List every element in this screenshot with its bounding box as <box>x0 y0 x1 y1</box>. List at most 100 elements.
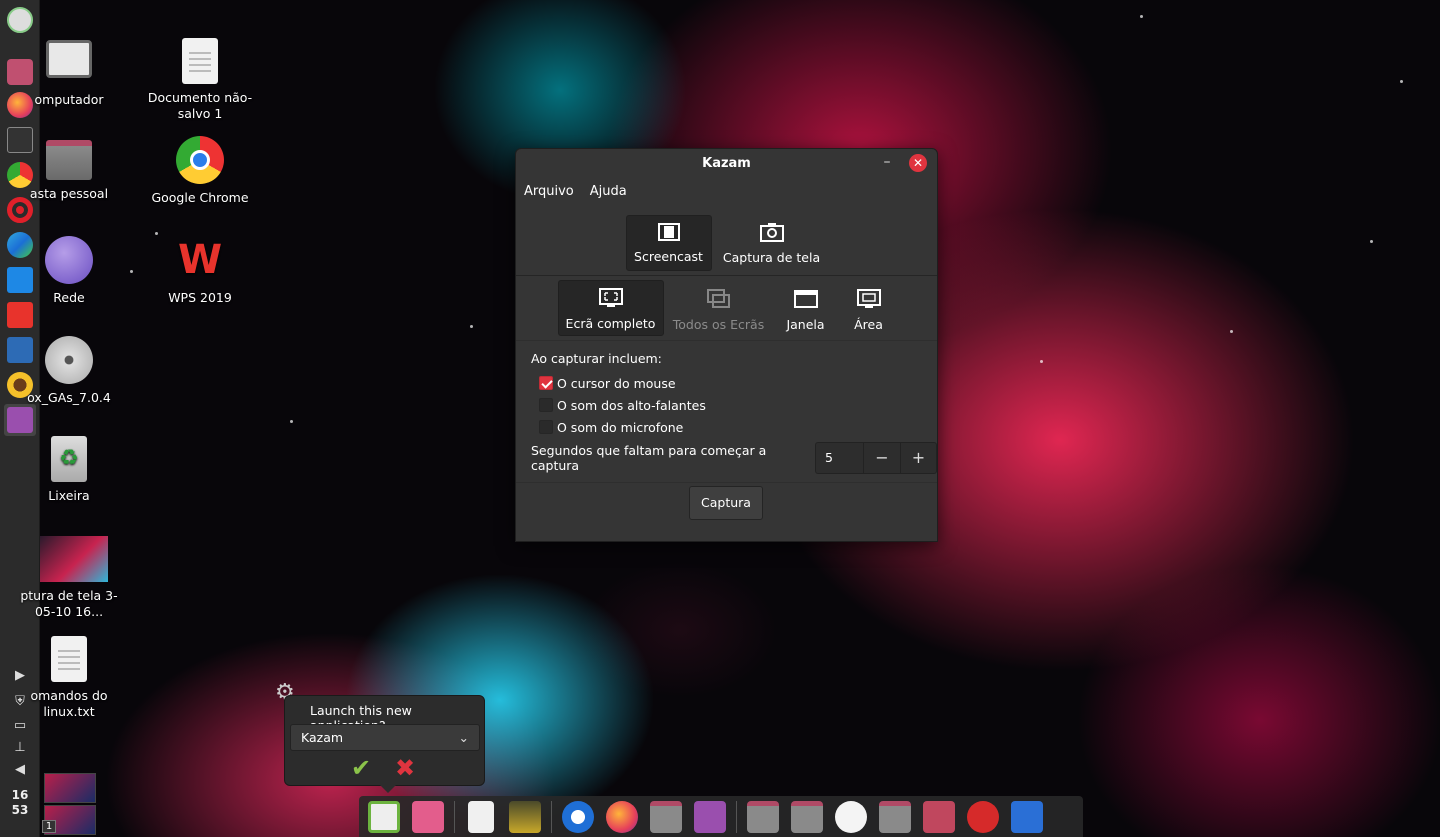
checkbox-speakers[interactable] <box>539 398 553 412</box>
capture-button[interactable]: Captura <box>689 486 763 520</box>
dock-mint-menu-icon[interactable] <box>364 798 404 836</box>
tab-captura-de-tela[interactable]: Captura de tela <box>716 215 828 271</box>
computer-icon <box>46 40 92 78</box>
dock-firefox-icon[interactable] <box>602 798 642 836</box>
include-label: Ao capturar incluem: <box>531 351 662 366</box>
option-cursor[interactable]: O cursor do mouse <box>539 372 937 394</box>
multi-screen-icon <box>706 289 730 308</box>
desktop-icon-wps[interactable]: W WPS 2019 <box>145 236 255 306</box>
desktop-icon-label: ptura de tela 3-05-10 16... <box>20 588 118 619</box>
dock <box>359 796 1083 837</box>
desktop-icon-label: omputador <box>34 92 104 107</box>
mode-tabs: Screencast Captura de tela <box>516 215 937 271</box>
dock-power-icon[interactable] <box>963 798 1003 836</box>
fullscreen-icon <box>598 288 623 307</box>
checkbox-microphone[interactable] <box>539 420 553 434</box>
dock-accessibility-icon[interactable] <box>1007 798 1047 836</box>
countdown-input[interactable]: 5 <box>816 443 864 473</box>
chevron-down-icon: ⌄ <box>458 730 469 745</box>
desktop-icon-screenshot[interactable]: ptura de tela 3-05-10 16... <box>14 536 124 620</box>
divider <box>516 482 937 483</box>
dock-home-folder-icon[interactable] <box>743 798 783 836</box>
window-title: Kazam <box>702 156 751 171</box>
capture-targets: Ecrã completo Todos os Ecrãs Janela Área <box>516 280 937 336</box>
desktop-icon-label: asta pessoal <box>29 186 109 201</box>
mint-menu-icon[interactable] <box>4 4 36 36</box>
dock-text-editor-icon[interactable] <box>461 798 501 836</box>
dock-clock-icon[interactable] <box>831 798 871 836</box>
option-label: O cursor do mouse <box>557 375 676 391</box>
dock-kazam-icon[interactable] <box>690 798 730 836</box>
desktop-icon-network[interactable]: Rede <box>14 236 124 306</box>
target-fullscreen[interactable]: Ecrã completo <box>557 280 664 336</box>
decrement-button[interactable]: − <box>864 443 900 473</box>
dock-thunderbird-icon[interactable] <box>558 798 598 836</box>
increment-button[interactable]: + <box>900 443 936 473</box>
countdown-spinner: 5 − + <box>815 442 937 474</box>
desktop-icon-label: Google Chrome <box>151 190 249 205</box>
dock-download-icon[interactable] <box>408 798 448 836</box>
home-folder-icon <box>46 140 92 180</box>
target-all-screens[interactable]: Todos os Ecrãs <box>664 280 774 336</box>
clock-minute: 53 <box>11 803 29 817</box>
desktop-icon-label: Documento não-salvo 1 <box>147 90 253 121</box>
close-button[interactable]: ✕ <box>909 154 927 172</box>
trash-icon: ♻ <box>51 436 87 482</box>
volume-icon[interactable]: ◀ <box>8 762 32 780</box>
dock-image-viewer-icon[interactable] <box>505 798 545 836</box>
text-file-icon <box>51 636 87 682</box>
desktop-icon-document[interactable]: Documento não-salvo 1 <box>145 38 255 122</box>
tab-screencast[interactable]: Screencast <box>625 215 712 271</box>
window-icon <box>793 290 818 308</box>
chrome-icon <box>176 136 224 184</box>
cancel-button[interactable]: ✖ <box>395 754 415 782</box>
wps-icon: W <box>177 237 223 283</box>
workspace-thumb[interactable] <box>44 773 96 803</box>
checkbox-cursor[interactable] <box>539 376 553 390</box>
tab-label: Captura de tela <box>722 250 821 265</box>
kazam-window: Kazam – ✕ Arquivo Ajuda Screencast Captu… <box>515 148 938 542</box>
countdown-label: Segundos que faltam para começar a captu… <box>531 443 767 473</box>
dock-downloads-folder-icon[interactable] <box>875 798 915 836</box>
dock-documents-folder-icon[interactable] <box>787 798 827 836</box>
target-window[interactable]: Janela <box>774 280 838 336</box>
launch-popup: Launch this new application? Kazam ⌄ ✔ ✖ <box>284 695 485 793</box>
desktop-icon-home[interactable]: asta pessoal <box>14 136 124 202</box>
desktop-icon-text-file[interactable]: omandos do linux.txt <box>14 636 124 720</box>
camera-icon <box>759 223 784 242</box>
area-icon <box>856 289 881 308</box>
option-microphone[interactable]: O som do microfone <box>539 416 937 438</box>
dock-files-icon[interactable] <box>646 798 686 836</box>
desktop-icon-trash[interactable]: ♻ Lixeira <box>14 436 124 504</box>
network-globe-icon <box>45 236 93 284</box>
display-icon[interactable]: ▭ <box>8 718 32 736</box>
target-label: Todos os Ecrãs <box>672 317 765 332</box>
clock[interactable]: 16 53 <box>0 788 40 818</box>
workspace-badge: 1 <box>42 820 56 833</box>
option-label: O som do microfone <box>557 419 684 435</box>
titlebar[interactable]: Kazam – ✕ <box>516 149 937 179</box>
application-select[interactable]: Kazam ⌄ <box>290 724 480 751</box>
target-label: Área <box>854 317 883 332</box>
target-label: Ecrã completo <box>565 316 656 331</box>
desktop-icon-vbox-cd[interactable]: ox_GAs_7.0.4 <box>14 336 124 406</box>
kazam-icon[interactable] <box>4 404 36 436</box>
selected-app: Kazam <box>301 730 344 745</box>
menu-arquivo[interactable]: Arquivo <box>524 184 574 199</box>
desktop-icon-label: Rede <box>53 290 85 305</box>
desktop-icon-label: Lixeira <box>48 488 90 503</box>
network-icon[interactable]: ⊥ <box>8 740 32 758</box>
dock-red-folder-icon[interactable] <box>919 798 959 836</box>
confirm-button[interactable]: ✔ <box>351 754 371 782</box>
tab-label: Screencast <box>634 249 703 264</box>
target-area[interactable]: Área <box>838 280 900 336</box>
desktop-icon-label: omandos do linux.txt <box>30 688 108 719</box>
divider <box>516 275 937 276</box>
menu-ajuda[interactable]: Ajuda <box>590 184 627 199</box>
desktop-icon-label: ox_GAs_7.0.4 <box>27 390 111 405</box>
option-speakers[interactable]: O som dos alto-falantes <box>539 394 937 416</box>
minimize-button[interactable]: – <box>879 155 895 171</box>
desktop-icon-computer[interactable]: omputador <box>14 40 124 108</box>
screenshot-thumbnail-icon <box>40 536 108 582</box>
desktop-icon-chrome[interactable]: Google Chrome <box>145 136 255 206</box>
